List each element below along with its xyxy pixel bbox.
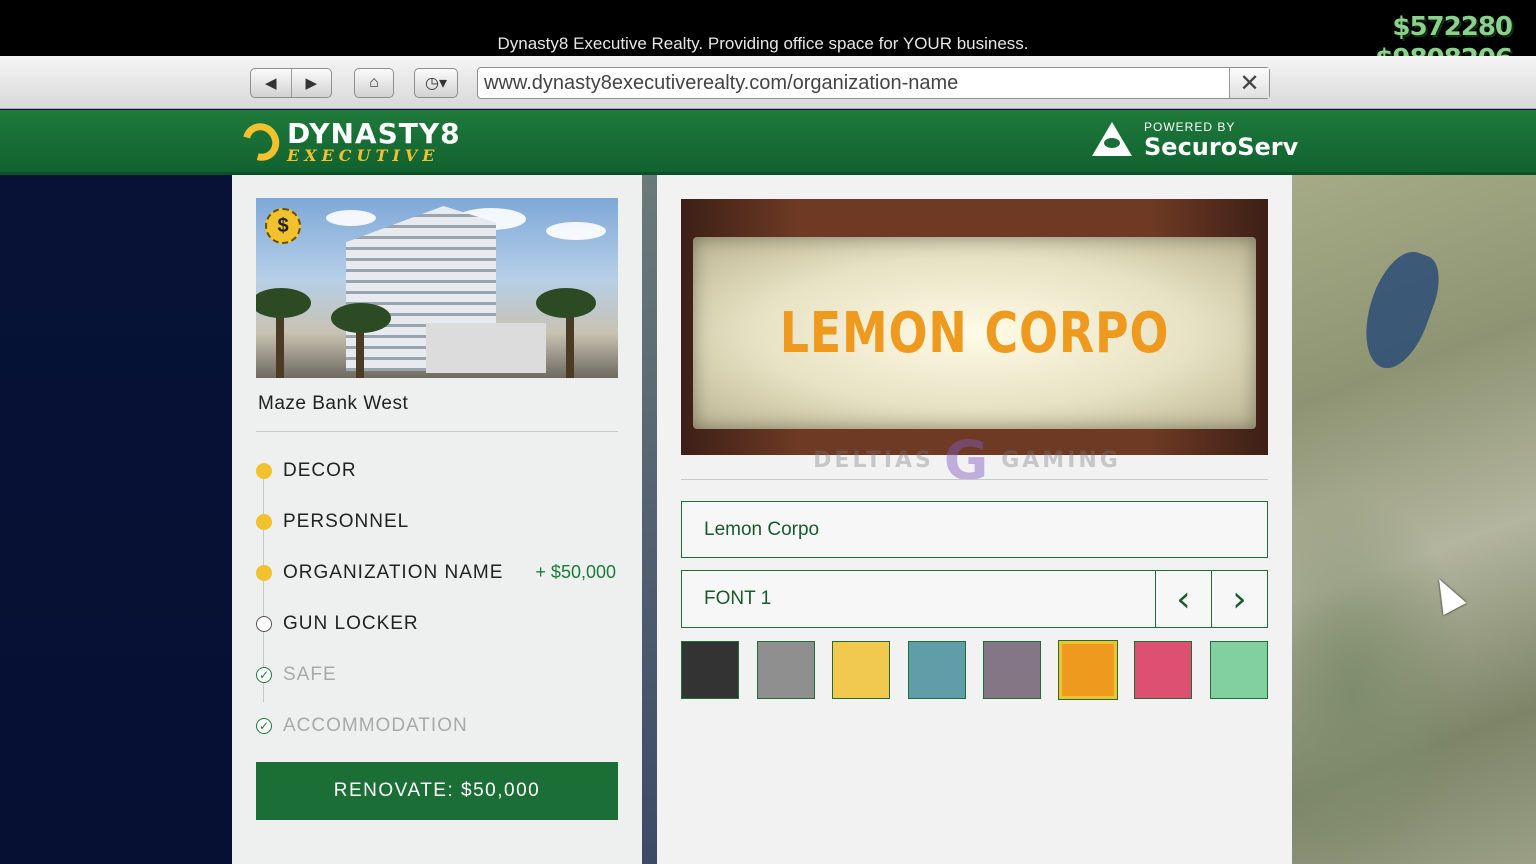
option-decor[interactable]: DECOR <box>256 445 618 496</box>
property-image: $ <box>256 198 618 378</box>
color-swatch[interactable] <box>1134 641 1193 699</box>
powered-by-label: POWERED BY <box>1144 120 1236 134</box>
renovate-button[interactable]: RENOVATE: $50,000 <box>256 762 618 820</box>
option-label: PERSONNEL <box>283 510 410 532</box>
property-name: Maze Bank West <box>258 393 409 414</box>
dynasty8-logo[interactable]: DYNASTY8 EXECUTIVE <box>235 116 461 168</box>
option-label: SAFE <box>283 663 337 685</box>
selected-dot-icon <box>256 564 272 581</box>
chevron-right-icon[interactable]: › <box>1211 571 1267 627</box>
option-personnel[interactable]: PERSONNEL <box>256 496 618 547</box>
option-safe[interactable]: ✓ SAFE <box>256 649 618 700</box>
chevron-left-icon[interactable]: ‹ <box>1155 571 1211 627</box>
selected-dot-icon <box>256 513 272 530</box>
securoserv-eye-icon <box>1090 120 1134 160</box>
url-bar[interactable]: www.dynasty8executiverealty.com/organiza… <box>477 67 1270 99</box>
browser-toolbar: ◀ ▶ ⌂ ◷▾ www.dynasty8executiverealty.com… <box>0 56 1536 109</box>
cash-amount: $572280 <box>1392 12 1513 42</box>
organization-name-input[interactable] <box>681 501 1268 558</box>
home-button[interactable]: ⌂ <box>354 68 394 98</box>
top-bar: Dynasty8 Executive Realty. Providing off… <box>0 0 1536 56</box>
watermark-right: GAMING <box>1001 447 1121 473</box>
option-label: ORGANIZATION NAME <box>283 561 504 583</box>
securoserv-logo: POWERED BY SecuroServ <box>1090 120 1298 160</box>
renovation-options-list: DECOR PERSONNEL ORGANIZATION NAME + $50,… <box>256 445 618 751</box>
option-accommodation[interactable]: ✓ ACCOMMODATION <box>256 700 618 751</box>
option-price: + $50,000 <box>535 562 616 582</box>
window-title: Dynasty8 Executive Realty. Providing off… <box>497 34 1029 53</box>
url-text[interactable]: www.dynasty8executiverealty.com/organiza… <box>478 72 1229 95</box>
close-icon[interactable]: ✕ <box>1229 68 1269 98</box>
forward-arrow-icon[interactable]: ▶ <box>290 69 332 97</box>
color-swatch[interactable] <box>907 641 966 699</box>
color-swatch[interactable] <box>756 641 815 699</box>
watermark: DELTIAS G GAMING <box>813 425 1118 495</box>
history-button[interactable]: ◷▾ <box>414 68 458 98</box>
securoserv-name: SecuroServ <box>1144 133 1299 161</box>
option-label: ACCOMMODATION <box>283 714 468 736</box>
option-organization-name[interactable]: ORGANIZATION NAME + $50,000 <box>256 547 618 598</box>
font-label: FONT 1 <box>704 588 772 609</box>
color-swatch[interactable] <box>681 641 739 699</box>
empty-circle-icon <box>256 615 272 632</box>
sign-preview: LEMON CORPO <box>681 199 1268 455</box>
option-label: GUN LOCKER <box>283 612 419 634</box>
divider <box>681 479 1268 480</box>
color-swatch[interactable] <box>983 641 1042 699</box>
selected-dot-icon <box>256 462 272 479</box>
color-swatch[interactable] <box>1057 640 1118 700</box>
color-swatch[interactable] <box>1209 641 1268 699</box>
check-circle-icon: ✓ <box>256 666 272 683</box>
clock-icon: ◷▾ <box>425 75 447 92</box>
font-selector: FONT 1 ‹ › <box>681 570 1268 628</box>
site-header: DYNASTY8 EXECUTIVE POWERED BY SecuroServ <box>0 110 1536 175</box>
color-swatches <box>681 640 1268 700</box>
home-icon: ⌂ <box>369 74 379 91</box>
watermark-logo: G <box>943 428 992 492</box>
dollar-badge-icon: $ <box>265 208 301 244</box>
dynasty8-logo-icon <box>235 116 287 168</box>
sign-preview-text: LEMON CORPO <box>779 300 1170 366</box>
logo-main-text: DYNASTY8 <box>287 117 461 150</box>
divider <box>256 431 618 432</box>
logo-sub-text: EXECUTIVE <box>287 146 440 165</box>
back-arrow-icon[interactable]: ◀ <box>251 69 291 97</box>
watermark-left: DELTIAS <box>813 447 934 473</box>
background-left <box>0 175 232 864</box>
renovation-panel: $ Maze Bank West DECOR PERSONNEL ORGANIZ… <box>232 175 642 864</box>
organization-name-editor: LEMON CORPO DELTIAS G GAMING FONT 1 ‹ › <box>657 175 1292 864</box>
color-swatch[interactable] <box>832 641 891 699</box>
check-circle-icon: ✓ <box>256 717 272 734</box>
option-label: DECOR <box>283 459 357 481</box>
nav-back-forward: ◀ ▶ <box>250 68 332 98</box>
background-gap <box>642 175 657 864</box>
option-gun-locker[interactable]: GUN LOCKER <box>256 598 618 649</box>
